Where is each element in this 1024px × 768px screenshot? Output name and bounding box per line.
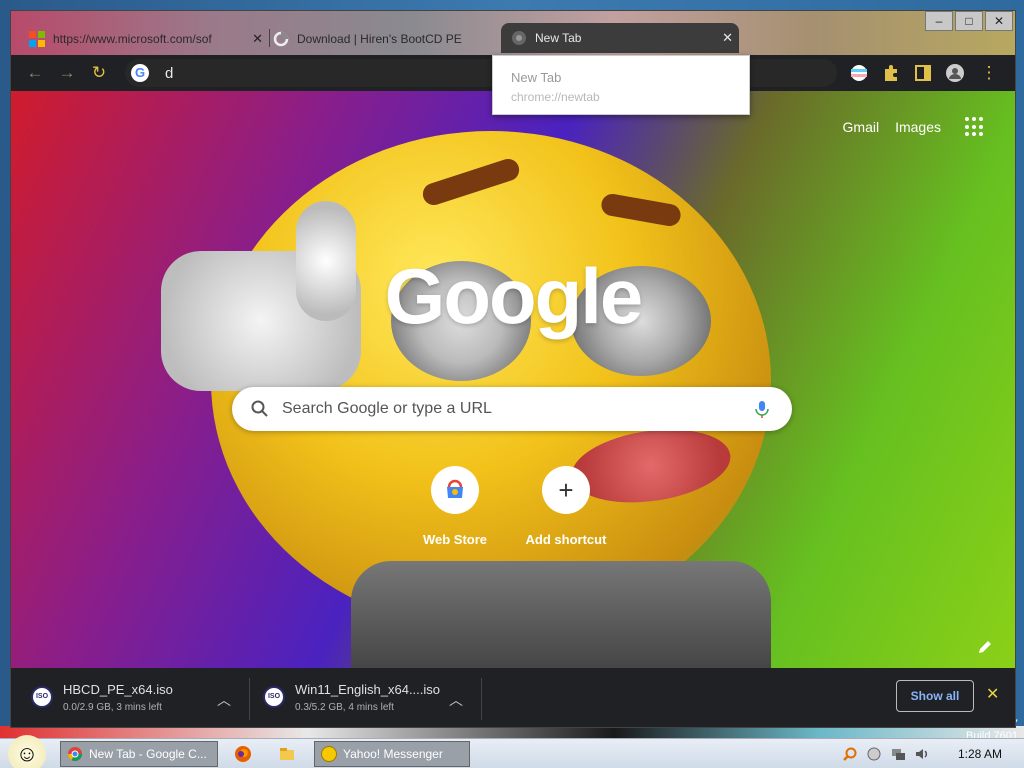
download-status: 0.3/5.2 GB, 4 mins left [295, 702, 394, 713]
chevron-up-icon[interactable]: ︿ [449, 690, 463, 710]
close-download-bar-icon[interactable]: ✕ [986, 684, 999, 704]
google-g-icon: G [131, 64, 149, 82]
volume-icon[interactable] [914, 746, 930, 762]
chrome-icon [512, 31, 526, 45]
microsoft-logo-icon [29, 31, 45, 47]
tab-close-icon[interactable]: ✕ [716, 30, 739, 46]
taskbar-item-label: New Tab - Google C... [89, 747, 207, 761]
download-item[interactable]: ISO Win11_English_x64....iso 0.3/5.2 GB,… [243, 678, 463, 720]
firefox-icon[interactable] [234, 745, 252, 763]
taskbar: ☺ New Tab - Google C... Yahoo! Messenger… [0, 735, 1024, 768]
shortcut-add[interactable]: + Add shortcut [516, 466, 616, 547]
search-input[interactable] [282, 398, 742, 420]
download-filename: HBCD_PE_x64.iso [63, 682, 173, 697]
iso-file-icon: ISO [263, 686, 285, 708]
download-bar: ISO HBCD_PE_x64.iso 0.0/2.9 GB, 3 mins l… [11, 668, 1015, 727]
new-tab-page: Gmail Images Google Search Google or typ… [11, 91, 1015, 668]
maximize-button[interactable]: □ [955, 11, 983, 31]
minimize-button[interactable]: – [925, 11, 953, 31]
tab-label: New Tab [535, 31, 582, 45]
omnibox-suggestions[interactable]: New Tab chrome://newtab [492, 55, 750, 115]
download-item[interactable]: ISO HBCD_PE_x64.iso 0.0/2.9 GB, 3 mins l… [11, 678, 231, 720]
web-store-icon [431, 466, 479, 514]
browser-window: https://www.microsoft.com/sof ✕ Download… [10, 10, 1016, 728]
window-controls: – □ ✕ [923, 11, 1013, 31]
extensions-puzzle-icon[interactable] [881, 63, 901, 83]
tab-label: https://www.microsoft.com/sof [53, 32, 212, 46]
download-divider [481, 678, 482, 720]
suggestion-title[interactable]: New Tab [511, 70, 561, 85]
suggestion-url: chrome://newtab [511, 90, 600, 104]
images-link[interactable]: Images [895, 119, 941, 135]
tab-new-tab[interactable]: New Tab ✕ [501, 23, 739, 53]
close-window-button[interactable]: ✕ [985, 11, 1013, 31]
tab-bar: https://www.microsoft.com/sof ✕ Download… [11, 11, 1015, 55]
forward-arrow-icon[interactable]: → [57, 63, 77, 83]
voice-search-mic-icon[interactable] [752, 399, 772, 419]
loading-spinner-icon [273, 31, 289, 47]
customize-pencil-icon[interactable] [977, 639, 993, 655]
shortcut-web-store[interactable]: Web Store [405, 466, 505, 547]
add-plus-icon: + [542, 466, 590, 514]
back-arrow-icon[interactable]: ← [25, 63, 45, 83]
background-shoes [351, 561, 771, 668]
taskbar-item-yahoo-messenger[interactable]: Yahoo! Messenger [314, 741, 470, 767]
menu-kebab-icon[interactable]: ⋮ [979, 63, 999, 83]
profile-avatar-icon[interactable] [945, 63, 965, 83]
shortcut-label: Add shortcut [525, 532, 607, 547]
search-tray-icon[interactable] [842, 746, 858, 762]
tab-microsoft[interactable]: https://www.microsoft.com/sof ✕ [29, 25, 269, 53]
download-status: 0.0/2.9 GB, 3 mins left [63, 702, 162, 713]
messenger-tray-icon[interactable] [866, 746, 882, 762]
tab-label: Download | Hiren's BootCD PE [297, 32, 462, 46]
smiley-start-icon: ☺ [15, 741, 39, 766]
yahoo-smiley-icon [321, 746, 337, 762]
profile-flag-icon[interactable] [849, 63, 869, 83]
tab-close-icon[interactable]: ✕ [246, 31, 269, 47]
top-links: Gmail Images [827, 117, 985, 137]
side-panel-icon[interactable] [913, 63, 933, 83]
show-all-button[interactable]: Show all [896, 680, 974, 712]
chevron-up-icon[interactable]: ︿ [217, 690, 231, 710]
gmail-link[interactable]: Gmail [843, 119, 880, 135]
shortcut-label: Web Store [422, 532, 488, 547]
network-icon[interactable] [890, 746, 906, 762]
google-apps-grid-icon[interactable] [965, 117, 985, 137]
clock[interactable]: 1:28 AM [958, 747, 1002, 761]
tab-hirens-bootcd[interactable]: Download | Hiren's BootCD PE [273, 25, 505, 53]
chrome-icon [68, 747, 82, 761]
download-filename: Win11_English_x64....iso [295, 682, 441, 697]
search-icon [251, 400, 268, 417]
taskbar-item-label: Yahoo! Messenger [343, 747, 443, 761]
google-logo: Google [384, 252, 644, 340]
reload-icon[interactable]: ↻ [89, 63, 109, 83]
iso-file-icon: ISO [31, 686, 53, 708]
tab-divider [269, 29, 270, 47]
file-explorer-icon[interactable] [278, 745, 296, 763]
taskbar-item-chrome[interactable]: New Tab - Google C... [60, 741, 218, 767]
search-box[interactable] [232, 387, 792, 431]
start-button[interactable]: ☺ [8, 735, 46, 768]
